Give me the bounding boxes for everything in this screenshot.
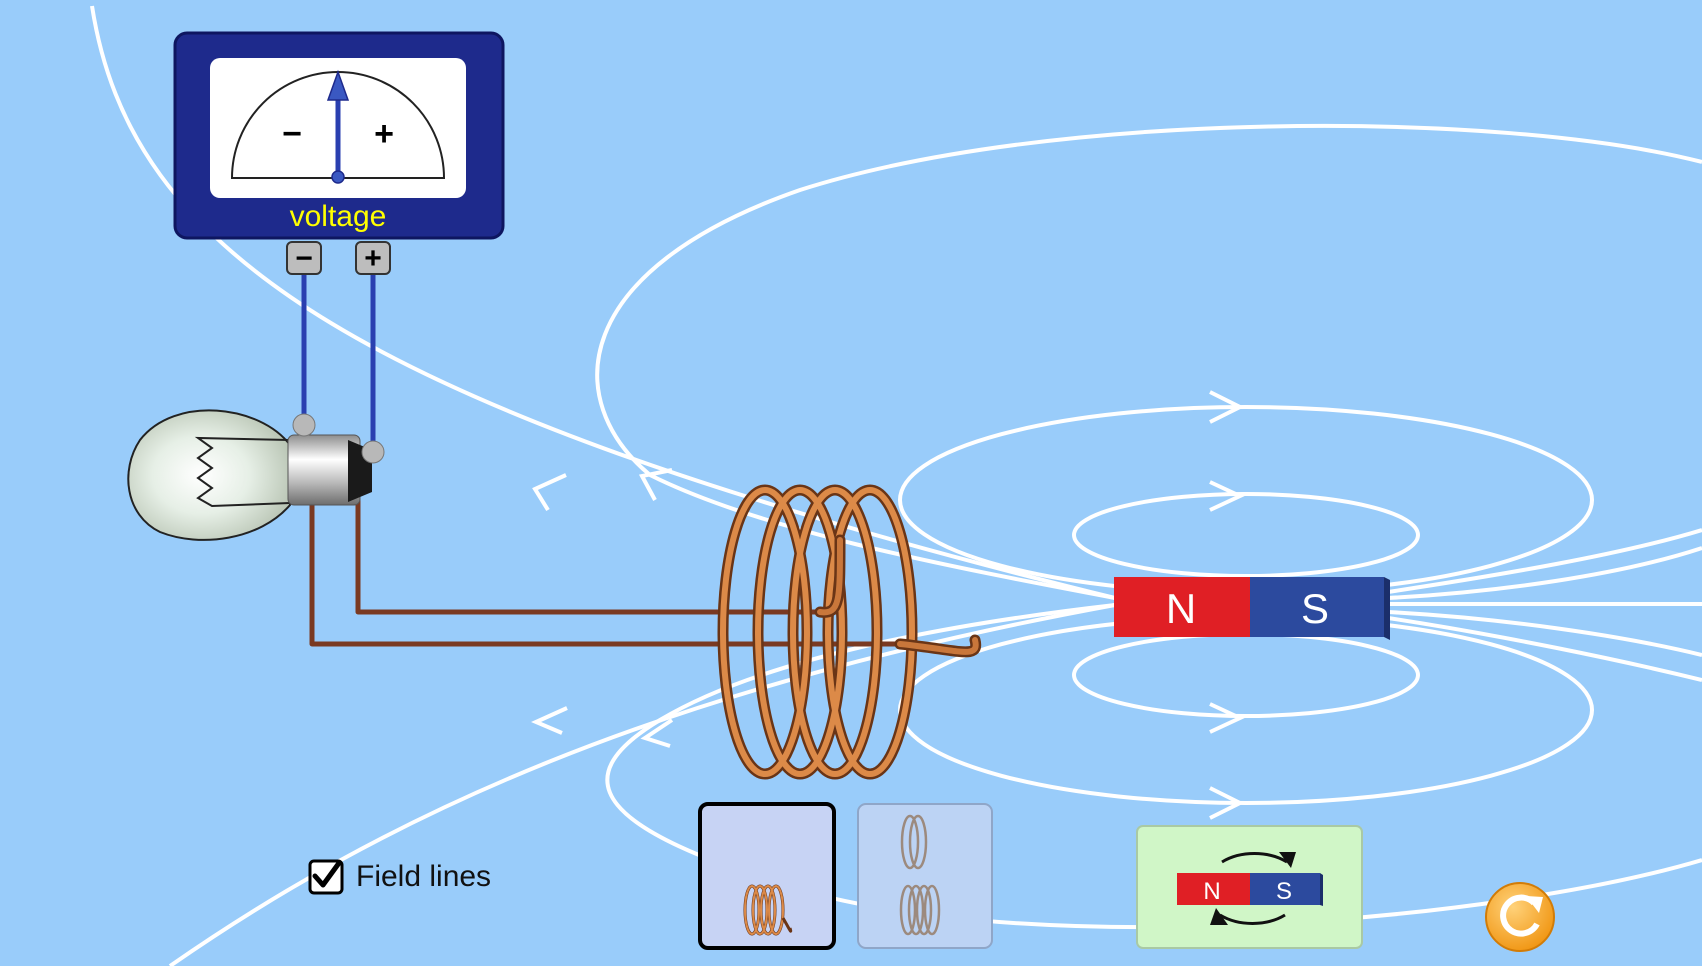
field-lines-toggle[interactable]: Field lines: [308, 855, 491, 899]
voltmeter-title: voltage: [290, 200, 387, 233]
voltmeter: − + voltage − +: [173, 31, 505, 275]
simulation-stage: − + voltage − + N S N S Field lines: [0, 0, 1702, 966]
two-coils-button[interactable]: [857, 803, 993, 949]
svg-text:−: −: [295, 242, 313, 275]
bar-magnet[interactable]: N S: [1114, 577, 1390, 640]
voltmeter-scale-plus: +: [374, 115, 394, 153]
voltmeter-scale-minus: −: [282, 115, 302, 153]
magnet-south-label: S: [1301, 585, 1329, 632]
svg-text:+: +: [364, 242, 382, 275]
flip-icon-south-label: S: [1276, 878, 1292, 905]
one-coil-button[interactable]: [698, 802, 836, 950]
terminal-plus: +: [355, 241, 391, 275]
reset-button[interactable]: [1485, 882, 1555, 952]
terminal-minus: −: [286, 241, 322, 275]
flip-icon-north-label: N: [1203, 878, 1220, 905]
field-lines-checkbox[interactable]: [308, 859, 344, 895]
field-lines-label: Field lines: [356, 860, 492, 893]
magnet-north-label: N: [1166, 585, 1196, 632]
flip-magnet-button[interactable]: N S: [1136, 825, 1363, 949]
simulation-canvas: − + voltage − + N S N S: [0, 0, 1702, 966]
